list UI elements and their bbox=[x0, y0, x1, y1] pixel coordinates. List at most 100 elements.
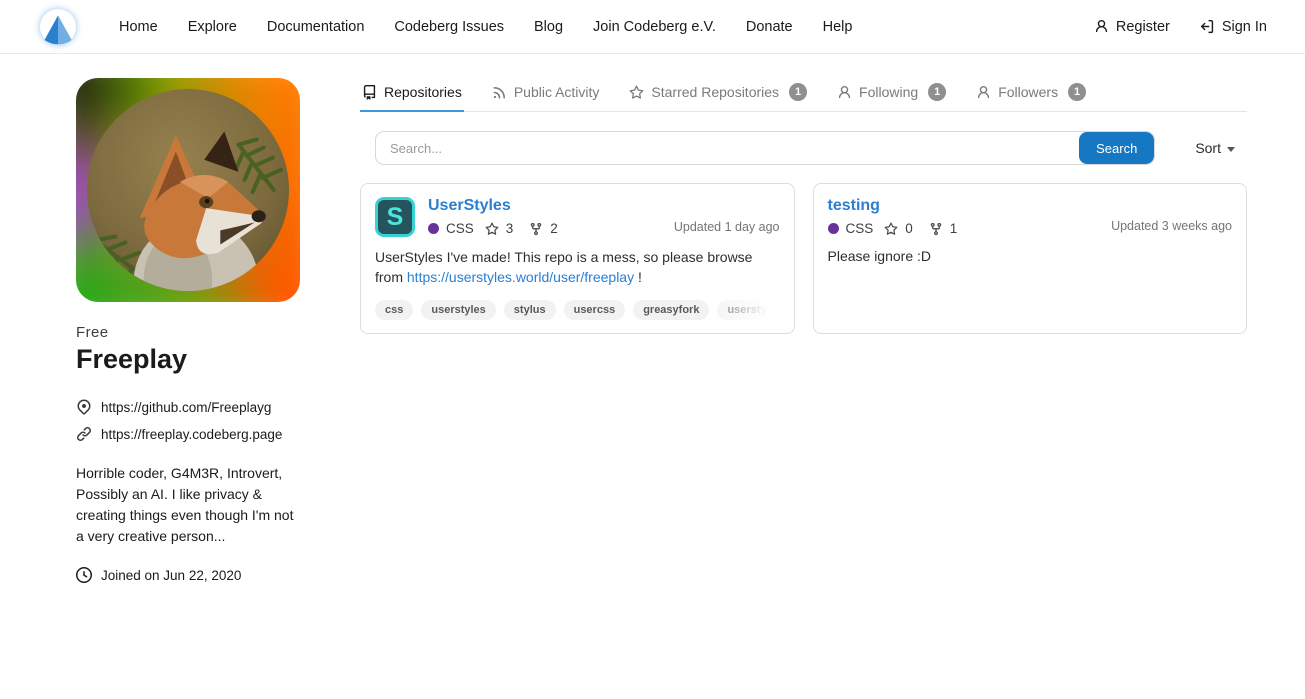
star-count: 3 bbox=[506, 221, 514, 236]
repo-card-userstyles: S UserStyles CSS 3 bbox=[360, 183, 795, 334]
profile-display-name: Free bbox=[76, 324, 308, 341]
profile-joined-text: Joined on Jun 22, 2020 bbox=[101, 568, 241, 583]
profile-username: Freeplay bbox=[76, 344, 308, 375]
sign-in-button[interactable]: Sign In bbox=[1200, 19, 1267, 35]
fork-icon bbox=[929, 222, 943, 236]
profile-links: https://github.com/Freeplayg https://fre… bbox=[76, 399, 308, 442]
language-color-dot bbox=[428, 223, 439, 234]
nav-link-codeberg-issues[interactable]: Codeberg Issues bbox=[379, 19, 519, 35]
person-icon bbox=[1094, 19, 1109, 34]
repo-description-text: Please ignore :D bbox=[828, 248, 932, 264]
register-label: Register bbox=[1116, 19, 1170, 35]
page-content: Free Freeplay https://github.com/Freepla… bbox=[0, 54, 1305, 583]
repo-topics: css userstyles stylus usercss greasyfork… bbox=[375, 300, 780, 320]
tab-followers-label: Followers bbox=[998, 84, 1058, 100]
profile-location-row: https://github.com/Freeplayg bbox=[76, 399, 308, 415]
link-icon bbox=[76, 426, 92, 442]
codeberg-mountain-icon bbox=[40, 9, 76, 45]
repo-avatar-stylus[interactable]: S bbox=[375, 197, 415, 237]
topic-pill[interactable]: userstyle bbox=[717, 300, 779, 320]
location-pin-icon bbox=[76, 399, 92, 415]
sign-in-icon bbox=[1200, 19, 1215, 34]
topic-pill[interactable]: userstyles bbox=[421, 300, 495, 320]
repo-meta-row: CSS 0 1 bbox=[828, 221, 1112, 236]
repo-link-userstyles[interactable]: UserStyles bbox=[428, 197, 511, 215]
topic-pill[interactable]: usercss bbox=[564, 300, 626, 320]
tab-following-label: Following bbox=[859, 84, 918, 100]
repo-description-link[interactable]: https://userstyles.world/user/freeplay bbox=[407, 269, 634, 285]
profile-website-text[interactable]: https://freeplay.codeberg.page bbox=[101, 427, 282, 442]
repo-title-stack: testing CSS 0 1 bbox=[828, 197, 1112, 236]
following-count-badge: 1 bbox=[928, 83, 946, 101]
language-color-dot bbox=[828, 223, 839, 234]
tab-repositories-label: Repositories bbox=[384, 84, 462, 100]
tab-public-activity[interactable]: Public Activity bbox=[490, 73, 602, 112]
topic-pill[interactable]: css bbox=[375, 300, 413, 320]
fork-icon bbox=[529, 222, 543, 236]
repo-icon bbox=[362, 85, 377, 100]
user-avatar[interactable] bbox=[76, 78, 300, 302]
tab-starred-repositories[interactable]: Starred Repositories 1 bbox=[627, 73, 809, 112]
navbar-auth-area: Register Sign In bbox=[1094, 19, 1267, 35]
nav-link-documentation[interactable]: Documentation bbox=[252, 19, 380, 35]
repo-description: Please ignore :D bbox=[828, 246, 1233, 266]
nav-link-blog[interactable]: Blog bbox=[519, 19, 578, 35]
repo-updated: Updated 1 day ago bbox=[674, 220, 780, 237]
star-icon bbox=[884, 222, 898, 236]
repo-card-testing: testing CSS 0 1 bbox=[813, 183, 1248, 334]
nav-link-explore[interactable]: Explore bbox=[173, 19, 252, 35]
person-icon bbox=[976, 85, 991, 100]
repo-description-suffix: ! bbox=[638, 269, 642, 285]
rss-icon bbox=[492, 85, 507, 100]
sort-label: Sort bbox=[1195, 140, 1221, 156]
main-column: Repositories Public Activity Starred Rep… bbox=[360, 66, 1247, 334]
repo-card-header: testing CSS 0 1 bbox=[828, 197, 1233, 236]
repo-list: S UserStyles CSS 3 bbox=[360, 183, 1247, 334]
profile-tabs: Repositories Public Activity Starred Rep… bbox=[360, 73, 1247, 112]
fork-count: 2 bbox=[550, 221, 558, 236]
repo-updated: Updated 3 weeks ago bbox=[1111, 219, 1232, 236]
profile-sidebar: Free Freeplay https://github.com/Freepla… bbox=[76, 66, 308, 583]
profile-website-row: https://freeplay.codeberg.page bbox=[76, 426, 308, 442]
register-button[interactable]: Register bbox=[1094, 19, 1170, 35]
profile-location-text[interactable]: https://github.com/Freeplayg bbox=[101, 400, 271, 415]
nav-link-home[interactable]: Home bbox=[104, 19, 173, 35]
tab-public-activity-label: Public Activity bbox=[514, 84, 600, 100]
repo-language: CSS bbox=[846, 221, 874, 236]
star-icon bbox=[485, 222, 499, 236]
nav-link-donate[interactable]: Donate bbox=[731, 19, 808, 35]
repo-language: CSS bbox=[446, 221, 474, 236]
tab-repositories[interactable]: Repositories bbox=[360, 73, 464, 112]
nav-link-help[interactable]: Help bbox=[808, 19, 868, 35]
person-icon bbox=[837, 85, 852, 100]
search-input[interactable] bbox=[376, 132, 1079, 164]
top-navbar: Home Explore Documentation Codeberg Issu… bbox=[0, 0, 1305, 54]
codeberg-logo[interactable] bbox=[40, 9, 76, 45]
nav-links: Home Explore Documentation Codeberg Issu… bbox=[104, 19, 867, 35]
repo-search-row: Search Sort bbox=[360, 131, 1247, 165]
tab-following[interactable]: Following 1 bbox=[835, 73, 948, 112]
topic-pill[interactable]: greasyfork bbox=[633, 300, 709, 320]
sign-in-label: Sign In bbox=[1222, 19, 1267, 35]
followers-count-badge: 1 bbox=[1068, 83, 1086, 101]
profile-joined-row: Joined on Jun 22, 2020 bbox=[76, 567, 308, 583]
repo-meta-row: CSS 3 2 bbox=[428, 221, 674, 236]
nav-link-join-codeberg[interactable]: Join Codeberg e.V. bbox=[578, 19, 731, 35]
search-group: Search bbox=[375, 131, 1155, 165]
repo-card-header: S UserStyles CSS 3 bbox=[375, 197, 780, 237]
tab-starred-label: Starred Repositories bbox=[651, 84, 779, 100]
tab-followers[interactable]: Followers 1 bbox=[974, 73, 1088, 112]
repo-link-testing[interactable]: testing bbox=[828, 197, 880, 215]
search-button[interactable]: Search bbox=[1079, 132, 1154, 164]
clock-icon bbox=[76, 567, 92, 583]
profile-bio: Horrible coder, G4M3R, Introvert, Possib… bbox=[76, 463, 304, 547]
fox-photo bbox=[87, 89, 289, 291]
sort-dropdown[interactable]: Sort bbox=[1195, 140, 1235, 156]
star-icon bbox=[629, 85, 644, 100]
chevron-down-icon bbox=[1227, 147, 1235, 152]
repo-description: UserStyles I've made! This repo is a mes… bbox=[375, 247, 780, 288]
star-count: 0 bbox=[905, 221, 913, 236]
starred-count-badge: 1 bbox=[789, 83, 807, 101]
topic-pill[interactable]: stylus bbox=[504, 300, 556, 320]
repo-title-stack: UserStyles CSS 3 2 bbox=[428, 197, 674, 237]
